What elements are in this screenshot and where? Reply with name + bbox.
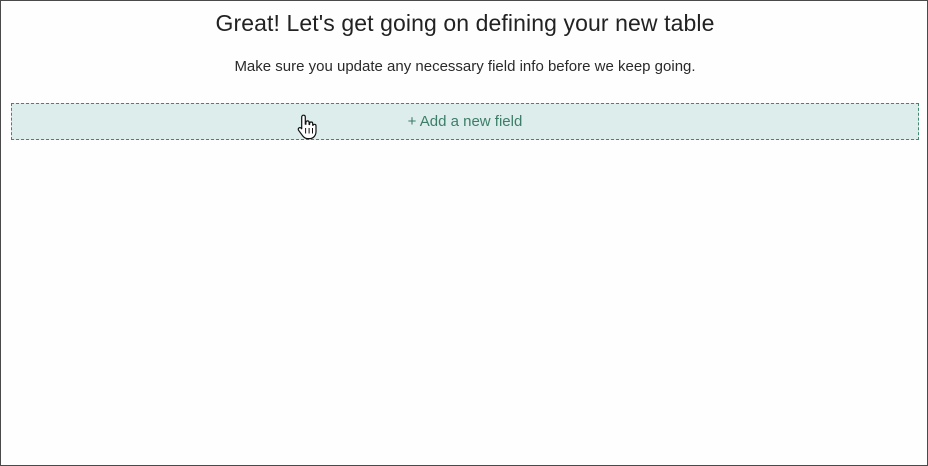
- page-subtitle: Make sure you update any necessary field…: [234, 58, 696, 75]
- add-field-button[interactable]: + Add a new field: [11, 103, 919, 140]
- app-window: Great! Let's get going on defining your …: [0, 0, 928, 466]
- add-field-label: + Add a new field: [407, 113, 523, 130]
- page-title: Great! Let's get going on defining your …: [215, 10, 715, 36]
